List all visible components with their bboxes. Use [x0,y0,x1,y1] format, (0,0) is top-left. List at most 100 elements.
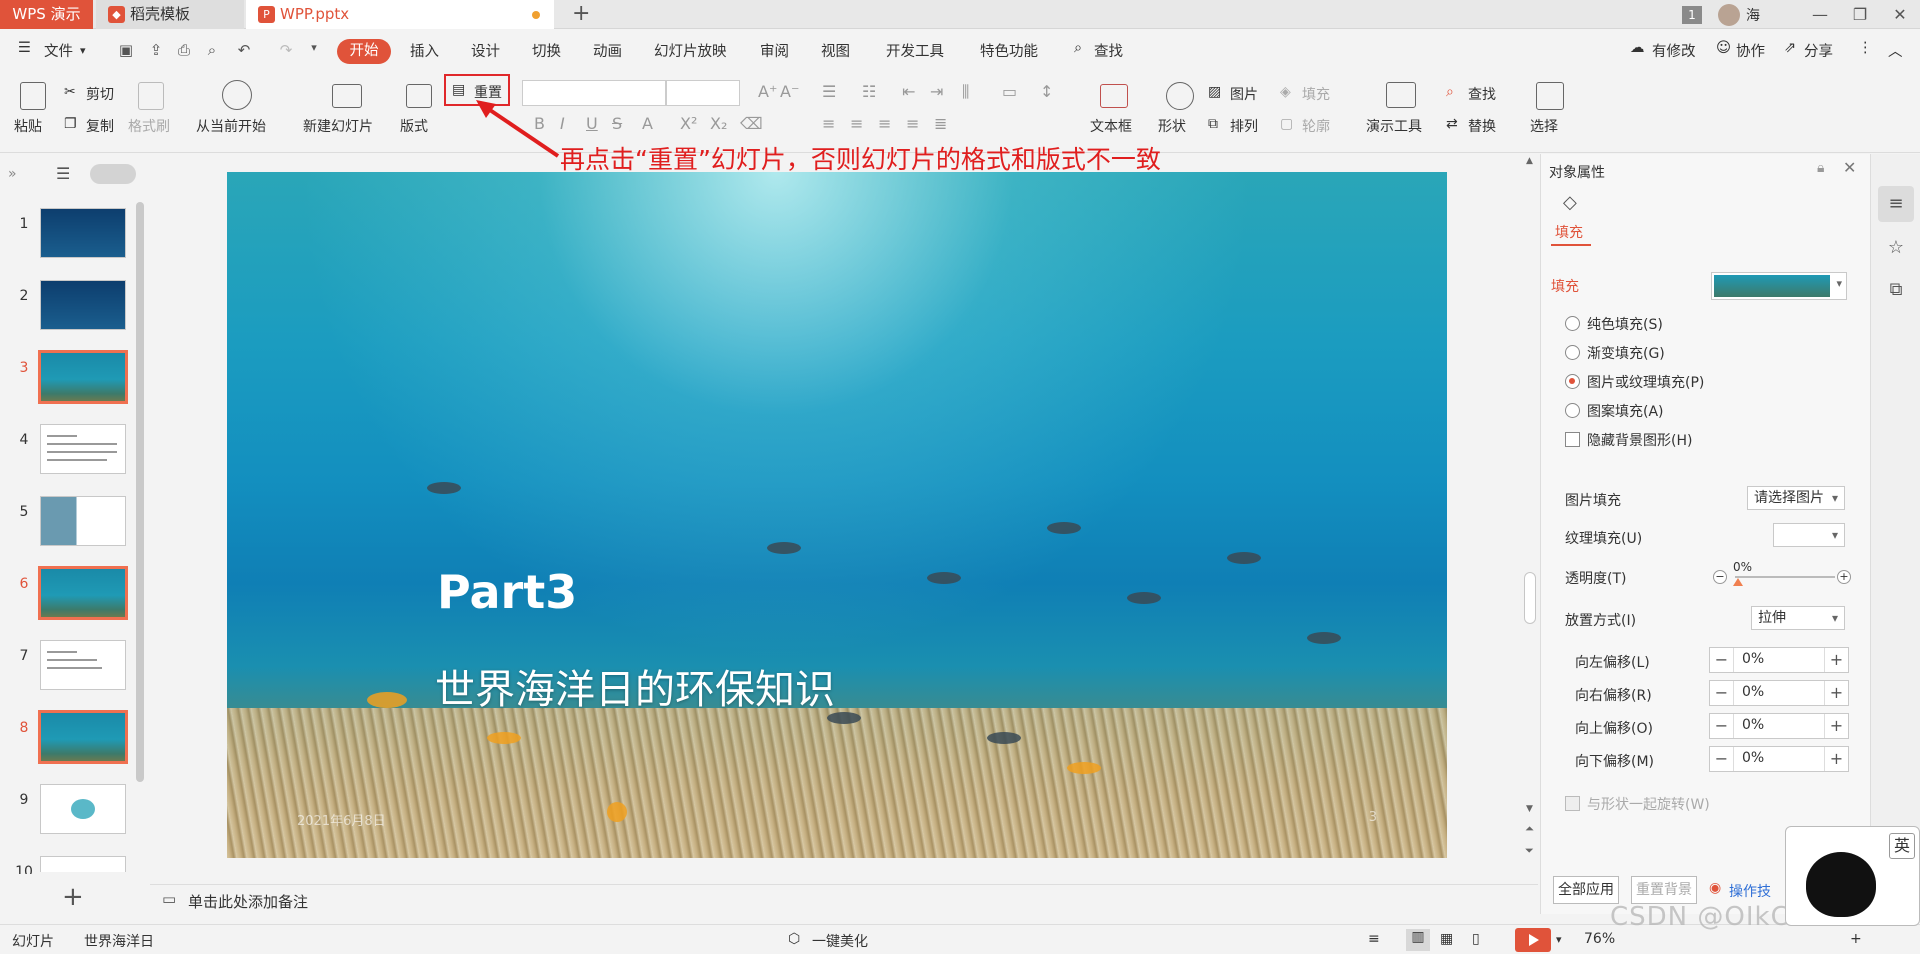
new-slide-icon[interactable] [332,84,362,108]
fill-button[interactable]: 填充 [1302,84,1330,104]
transparency-increase-button[interactable]: + [1837,570,1851,584]
scroll-down-icon[interactable]: ▼ [1526,804,1533,814]
cut-button[interactable]: 剪切 [86,84,114,104]
fill-bucket-icon[interactable]: ◇ [1563,192,1577,213]
new-tab-button[interactable]: + [572,0,590,28]
scroll-up-icon[interactable]: ▲ [1526,156,1533,166]
placement-select[interactable]: 拉伸 [1751,606,1845,630]
offset-right-stepper[interactable]: −0% + [1709,680,1849,706]
justify-icon[interactable]: ≡ [906,114,919,133]
offset-right-value[interactable]: 0% [1742,684,1764,700]
slider-handle[interactable] [1733,578,1743,586]
layout-button[interactable]: 版式 [400,116,428,136]
paste-icon[interactable] [20,82,46,110]
slide-part-label[interactable]: Part3 [437,565,577,619]
collapse-ribbon-icon[interactable]: ︿ [1888,40,1903,61]
copy-button[interactable]: 复制 [86,116,114,136]
play-slideshow-button[interactable] [1515,928,1551,952]
replace-button[interactable]: 替换 [1468,116,1496,136]
align-center-icon[interactable]: ≡ [850,114,863,133]
copy-icon[interactable]: ❐ [64,116,77,132]
align-right-icon[interactable]: ≡ [878,114,891,133]
notes-toggle-icon[interactable]: ≡ [1368,931,1380,947]
minus-icon[interactable]: − [1710,681,1734,705]
underline-icon[interactable]: U [586,114,598,133]
option-label[interactable]: 图片或纹理填充(P) [1587,372,1704,392]
transition-icon[interactable]: ⧉ [1878,272,1914,308]
subscript-icon[interactable]: X₂ [710,114,727,133]
slide-thumbnail-10[interactable] [40,856,126,872]
user-add-icon[interactable]: ☺ [1716,40,1731,56]
numbering-icon[interactable]: ☷ [862,82,876,101]
offset-bottom-stepper[interactable]: −0% + [1709,746,1849,772]
slide-thumbnail-1[interactable] [40,208,126,258]
slide-thumbnail-5[interactable] [40,496,126,546]
font-size-select[interactable] [666,80,740,106]
offset-top-stepper[interactable]: −0% + [1709,713,1849,739]
textbox-button[interactable]: 文本框 [1090,116,1132,136]
superscript-icon[interactable]: X² [680,114,697,133]
tab-home[interactable]: 开始 [337,39,391,64]
minus-icon[interactable]: − [1710,648,1734,672]
theme-name[interactable]: 世界海洋日 [84,931,154,951]
properties-icon[interactable]: ≡ [1878,186,1914,222]
panel-header[interactable]: 对象属性 [1549,162,1605,182]
play-from-current-icon[interactable] [222,80,252,110]
plus-icon[interactable]: + [1824,747,1848,771]
more-vertical-icon[interactable]: ⋮ [1858,40,1873,56]
plus-icon[interactable]: + [1824,681,1848,705]
close-icon[interactable]: ✕ [1843,158,1856,177]
offset-top-value[interactable]: 0% [1742,717,1764,733]
share-button[interactable]: 分享 [1804,40,1833,61]
tab-slideshow[interactable]: 幻灯片放映 [654,40,727,61]
menu-file[interactable]: 文件 [44,40,73,61]
search-icon[interactable]: ⌕ [1074,40,1082,56]
from-current-button[interactable]: 从当前开始 [196,116,266,136]
tab-special[interactable]: 特色功能 [980,40,1038,61]
fill-preview-select[interactable]: ▾ [1711,272,1847,300]
tips-link[interactable]: 操作技 [1729,881,1771,901]
radio-solid-fill[interactable] [1565,316,1580,331]
tab-template[interactable]: ◆ 稻壳模板 [96,0,244,29]
transparency-decrease-button[interactable]: − [1713,570,1727,584]
reset-background-button[interactable]: 重置背景 [1631,876,1697,904]
hide-background-checkbox[interactable] [1565,432,1580,447]
select-button[interactable]: 选择 [1530,116,1558,136]
font-color-icon[interactable]: A [642,114,653,133]
find-icon[interactable]: ⌕ [1446,84,1454,100]
shape-button[interactable]: 形状 [1158,116,1186,136]
plus-icon[interactable]: + [1824,648,1848,672]
offset-left-stepper[interactable]: −0% + [1709,647,1849,673]
section-fill-header[interactable]: 填充 [1551,276,1579,296]
slide-thumbnail-6[interactable] [38,566,128,620]
paste-button[interactable]: 粘贴 [14,116,42,136]
print-icon[interactable]: ⎙ [174,41,194,61]
normal-view-icon[interactable]: ▥ [1406,929,1430,951]
app-tab-wps[interactable]: WPS 演示 [0,0,93,29]
zoom-level[interactable]: 76% [1584,931,1615,947]
arrange-button[interactable]: 排列 [1230,116,1258,136]
restore-icon[interactable]: ❐ [1840,5,1880,24]
slide-thumbnail-9[interactable] [40,784,126,834]
tab-insert[interactable]: 插入 [410,40,439,61]
notes-bar[interactable]: ▭ 单击此处添加备注 [150,884,1538,914]
notes-placeholder[interactable]: 单击此处添加备注 [188,891,308,912]
texture-fill-select[interactable] [1773,523,1845,547]
tab-animation[interactable]: 动画 [593,40,622,61]
share-icon[interactable]: ⇗ [1784,40,1796,56]
radio-picture-fill[interactable] [1565,374,1580,389]
present-tools-button[interactable]: 演示工具 [1366,116,1422,136]
close-icon[interactable]: ✕ [1880,5,1920,24]
slide-canvas[interactable]: Part3 世界海洋日的环保知识 2021年6月8日 3 [227,172,1447,858]
new-slide-button[interactable]: 新建幻灯片 [303,116,373,136]
tab-design[interactable]: 设计 [471,40,500,61]
scissors-icon[interactable]: ✂ [64,84,76,100]
line-spacing-icon[interactable]: ↕ [1040,82,1053,101]
rotate-with-shape-label[interactable]: 与形状一起旋转(W) [1587,794,1710,814]
outline-icon[interactable]: ▢ [1280,116,1293,132]
hamburger-icon[interactable]: ☰ [18,40,31,56]
undo-icon[interactable]: ↶ [234,41,254,61]
lock-icon[interactable]: 🔒︎ [1817,160,1824,176]
beautify-button[interactable]: 一键美化 [812,931,868,951]
slide-title[interactable]: 世界海洋日的环保知识 [435,657,835,715]
